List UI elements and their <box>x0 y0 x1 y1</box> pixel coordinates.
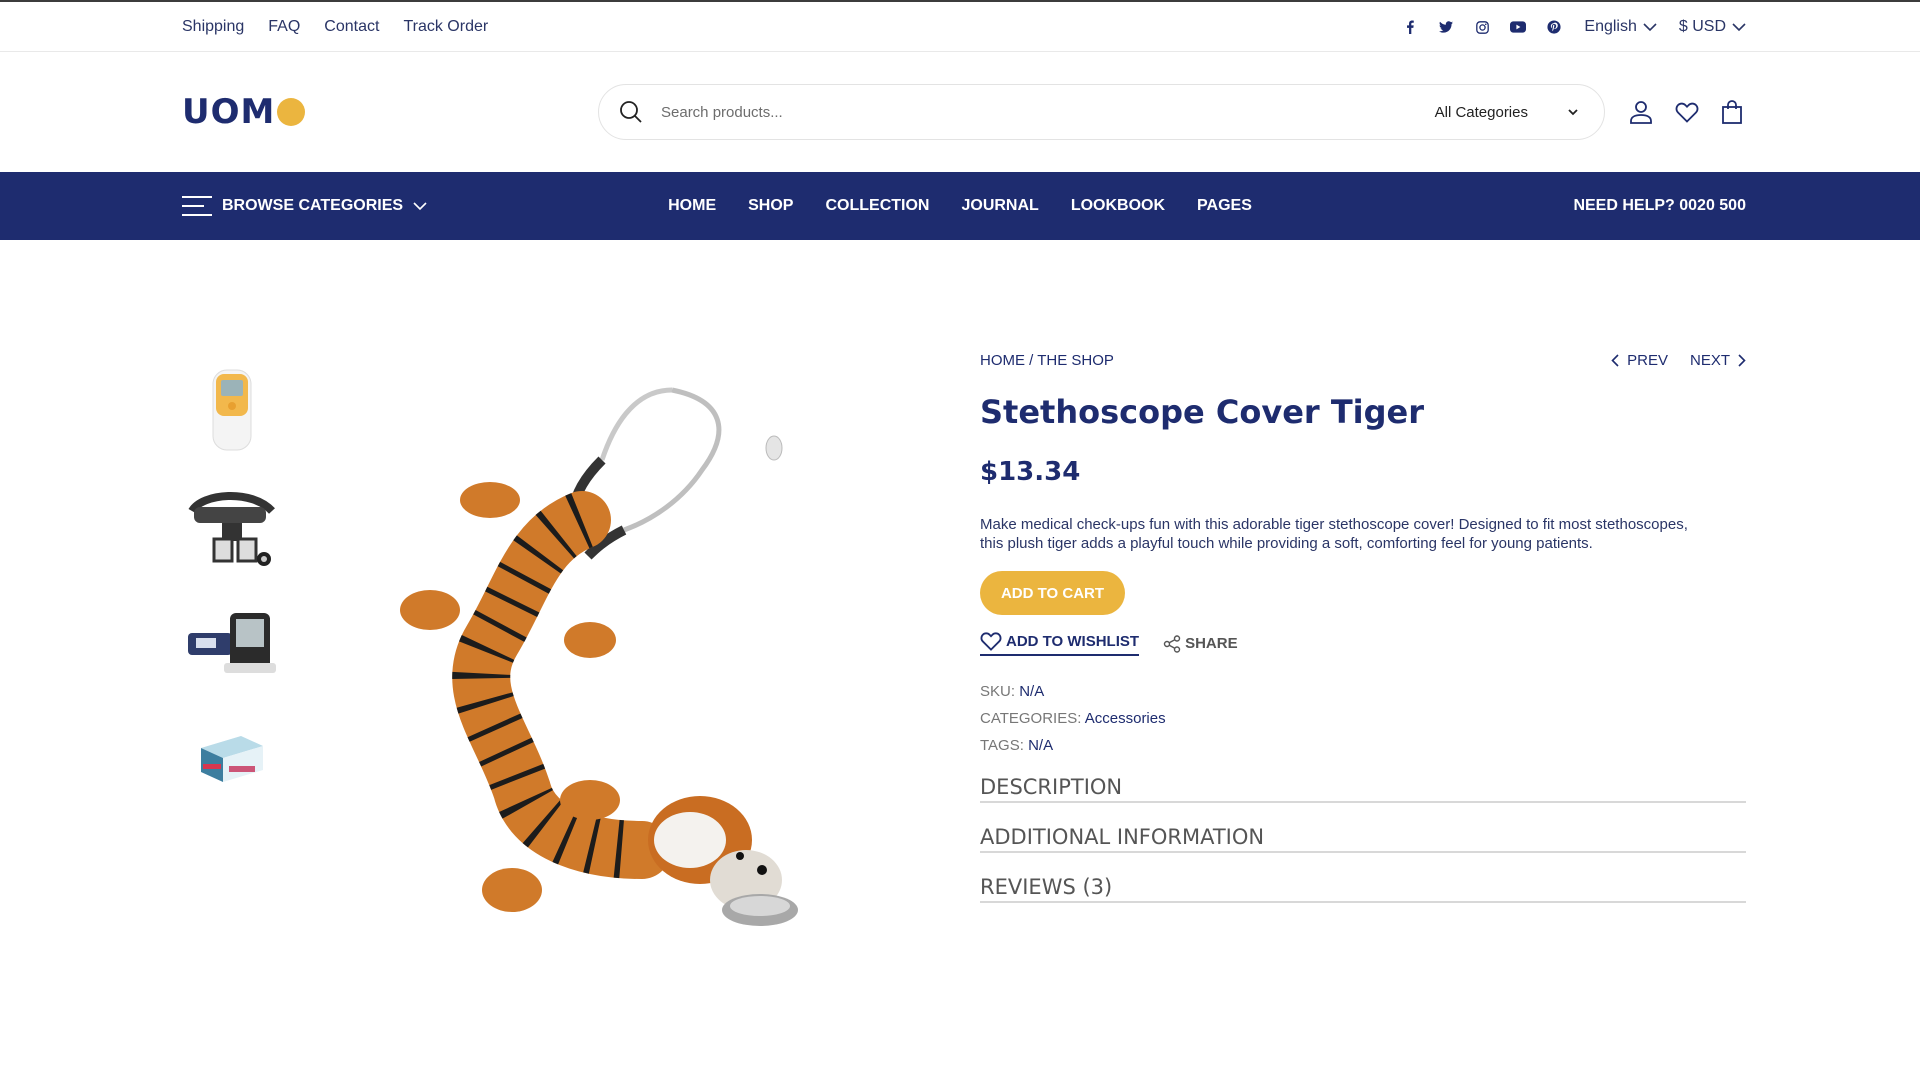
share-icon <box>1163 634 1181 653</box>
thumbnail-mask-box[interactable] <box>182 708 282 808</box>
surgical-headlamp-image <box>188 491 275 566</box>
currency-select[interactable]: $ USD <box>1679 18 1746 36</box>
faq-link[interactable]: FAQ <box>268 18 300 36</box>
share-button[interactable]: SHARE <box>1163 634 1238 653</box>
product-title: Stethoscope Cover Tiger <box>980 393 1424 431</box>
cart-bag-icon[interactable] <box>1721 100 1743 124</box>
search-bar: All Categories <box>598 84 1605 140</box>
thumbnail-headlamp[interactable] <box>182 476 282 576</box>
facebook-icon[interactable] <box>1402 19 1418 35</box>
product-meta: SKU: N/A CATEGORIES: Accessories TAGS: N… <box>980 678 1746 759</box>
site-logo[interactable]: UOM <box>182 92 598 132</box>
heart-icon[interactable] <box>1675 101 1699 123</box>
instagram-icon[interactable] <box>1474 19 1490 35</box>
blood-pressure-monitor-image <box>188 613 276 673</box>
tab-additional-information[interactable]: ADDITIONAL INFORMATION <box>980 825 1746 853</box>
nav-journal[interactable]: JOURNAL <box>961 197 1038 215</box>
face-mask-box-image <box>201 736 263 782</box>
chevron-right-icon <box>1738 354 1746 367</box>
nav-lookbook[interactable]: LOOKBOOK <box>1071 197 1165 215</box>
product-info: HOME / THE SHOP PREV NEXT Stethoscope Co… <box>980 352 1746 925</box>
chevron-down-icon <box>1643 22 1657 31</box>
nav-pages[interactable]: PAGES <box>1197 197 1252 215</box>
add-to-cart-button[interactable]: ADD TO CART <box>980 571 1125 615</box>
share-label: SHARE <box>1185 635 1238 652</box>
currency-label: $ USD <box>1678 18 1726 35</box>
thumbnail-thermometer[interactable] <box>182 360 282 460</box>
heart-icon <box>980 632 1002 651</box>
breadcrumb[interactable]: HOME / THE SHOP <box>980 352 1114 369</box>
prev-next-nav: PREV NEXT <box>1611 352 1746 369</box>
pinterest-icon[interactable] <box>1546 19 1562 35</box>
chevron-left-icon <box>1611 354 1619 367</box>
next-button[interactable]: NEXT <box>1690 352 1746 369</box>
user-icon[interactable] <box>1629 100 1653 124</box>
main-nav: BROWSE CATEGORIES HOME SHOP COLLECTION J… <box>0 172 1920 240</box>
tab-reviews[interactable]: REVIEWS (3) <box>980 875 1746 903</box>
nav-collection[interactable]: COLLECTION <box>825 197 929 215</box>
search-input[interactable] <box>661 103 1435 121</box>
category-select[interactable]: All Categories <box>1435 104 1578 121</box>
chevron-down-icon <box>413 201 427 210</box>
prev-button[interactable]: PREV <box>1611 352 1668 369</box>
tags-value: N/A <box>1028 737 1054 754</box>
top-links: Shipping FAQ Contact Track Order <box>182 18 488 36</box>
sku-row: SKU: N/A <box>980 678 1746 705</box>
sku-value: N/A <box>1019 683 1045 700</box>
tab-description[interactable]: DESCRIPTION <box>980 775 1746 803</box>
track-order-link[interactable]: Track Order <box>403 18 488 36</box>
thumbnail-blood-pressure[interactable] <box>182 592 282 692</box>
twitter-icon[interactable] <box>1438 19 1454 35</box>
product-tabs: DESCRIPTION ADDITIONAL INFORMATION REVIE… <box>980 775 1746 903</box>
thermometer-image <box>212 369 252 451</box>
logo-dot <box>277 98 306 126</box>
tiger-stethoscope-image <box>400 387 798 926</box>
tags-label: TAGS: <box>980 737 1024 754</box>
product-description: Make medical check-ups fun with this ado… <box>980 516 1688 552</box>
language-select[interactable]: English <box>1584 18 1657 36</box>
contact-link[interactable]: Contact <box>324 18 379 36</box>
sku-label: SKU: <box>980 683 1016 700</box>
youtube-icon[interactable] <box>1510 19 1527 35</box>
language-label: English <box>1584 18 1637 35</box>
chevron-down-icon <box>1568 108 1578 115</box>
add-to-wishlist-button[interactable]: ADD TO WISHLIST <box>980 631 1140 656</box>
help-phone[interactable]: NEED HELP? 0020 500 <box>1446 197 1746 215</box>
product-price: $13.34 <box>980 457 1081 487</box>
add-to-wishlist-label: ADD TO WISHLIST <box>1006 632 1140 650</box>
categories-row: CATEGORIES: Accessories <box>980 705 1746 732</box>
chevron-down-icon <box>1732 22 1746 31</box>
browse-categories-label: BROWSE CATEGORIES <box>222 197 404 214</box>
main-menu: HOME SHOP COLLECTION JOURNAL LOOKBOOK PA… <box>668 197 1252 215</box>
categories-value[interactable]: Accessories <box>1085 710 1166 727</box>
product-thumbnails <box>182 360 282 824</box>
hamburger-icon <box>182 196 212 216</box>
main-product-image[interactable] <box>390 370 820 930</box>
browse-categories-button[interactable]: BROWSE CATEGORIES <box>182 195 482 217</box>
search-icon[interactable] <box>619 100 643 124</box>
nav-home[interactable]: HOME <box>668 197 716 215</box>
shipping-link[interactable]: Shipping <box>182 18 244 36</box>
next-label: NEXT <box>1689 352 1730 369</box>
top-bar: Shipping FAQ Contact Track Order English… <box>0 0 1920 52</box>
category-select-label: All Categories <box>1434 103 1528 121</box>
header-icons <box>1629 100 1743 124</box>
logo-text: UOM <box>182 92 276 132</box>
nav-shop[interactable]: SHOP <box>748 197 793 215</box>
social-links <box>1402 19 1562 35</box>
site-header: UOM All Categories <box>0 52 1920 172</box>
prev-label: PREV <box>1627 352 1668 369</box>
tags-row: TAGS: N/A <box>980 732 1746 759</box>
categories-label: CATEGORIES: <box>980 710 1082 727</box>
